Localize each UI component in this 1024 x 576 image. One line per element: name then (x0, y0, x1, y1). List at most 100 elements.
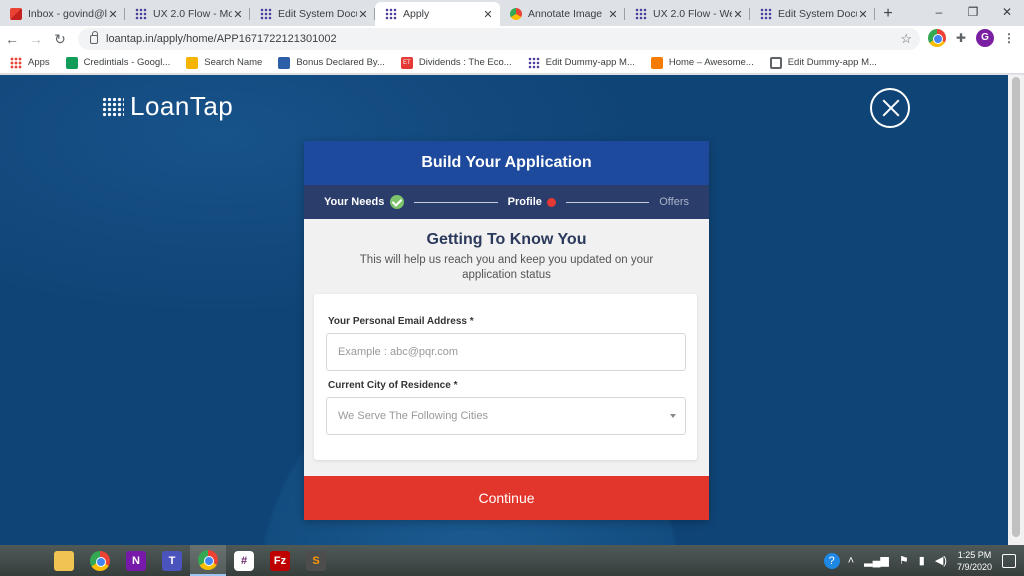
clock-time: 1:25 PM (957, 549, 992, 560)
close-icon[interactable]: ✕ (357, 8, 369, 21)
tab-ux-flow-mobile[interactable]: UX 2.0 Flow - Mobi ✕ (125, 2, 250, 26)
taskbar-onenote[interactable]: N (118, 545, 154, 576)
forward-icon[interactable]: → (24, 31, 48, 47)
grid-icon (635, 8, 647, 20)
bookmark-search-name[interactable]: Search Name (186, 56, 263, 69)
chevron-down-icon (670, 414, 676, 418)
city-select[interactable]: We Serve The Following Cities (326, 397, 686, 435)
tab-annotate-image[interactable]: Annotate Image ✕ (500, 2, 625, 26)
bookmark-label: Dividends : The Eco... (418, 57, 512, 68)
page-scrollbar[interactable] (1008, 75, 1024, 545)
bookmark-label: Apps (28, 57, 50, 68)
step-profile: Profile (507, 196, 542, 208)
grid-icon (135, 8, 147, 20)
start-button[interactable] (0, 545, 36, 576)
bookmark-edit-dummy-app-2[interactable]: Edit Dummy-app M... (769, 56, 877, 69)
step-your-needs: Your Needs (324, 196, 385, 208)
windows-icon (9, 552, 27, 570)
wifi-icon[interactable]: ▂▄▆ (864, 554, 889, 567)
menu-icon[interactable]: ⋮ (1000, 29, 1018, 47)
teams-icon: T (162, 550, 182, 571)
brand-logo[interactable]: LoanTap (102, 91, 233, 122)
page-viewport: LoanTap Build Your Application Your Need… (0, 75, 1008, 545)
tab-label: Edit System Docum (278, 8, 357, 20)
star-icon[interactable]: ☆ (900, 31, 912, 47)
battery-icon[interactable]: ▮ (919, 554, 925, 567)
chrome-extension-icon[interactable] (928, 29, 946, 47)
chrome-icon (198, 549, 218, 570)
minimize-button[interactable]: – (922, 0, 956, 26)
close-button[interactable] (870, 88, 910, 128)
section-heading: Getting To Know You (426, 231, 587, 248)
clock-date: 7/9/2020 (956, 561, 992, 572)
tab-label: Apply (403, 8, 430, 20)
continue-button[interactable]: Continue (304, 476, 709, 520)
help-icon[interactable]: ? (823, 552, 840, 569)
close-icon[interactable]: ✕ (107, 8, 119, 21)
taskbar-chrome[interactable] (82, 545, 118, 576)
clock[interactable]: 1:25 PM 7/9/2020 (957, 549, 992, 573)
onenote-icon: N (126, 550, 146, 571)
sublime-text-icon: S (306, 550, 326, 571)
bookmark-label: Search Name (204, 57, 263, 68)
window-controls: – ❐ ✕ (922, 0, 1024, 26)
city-select-value: We Serve The Following Cities (338, 410, 488, 422)
grid-icon (385, 8, 397, 20)
bookmark-credintials[interactable]: Credintials - Googl... (65, 56, 170, 69)
tab-ux-flow-web[interactable]: UX 2.0 Flow - Web ✕ (625, 2, 750, 26)
taskbar-chrome-active[interactable] (190, 545, 226, 576)
grid-icon (527, 56, 540, 69)
progress-steps: Your Needs Profile Offers (304, 185, 709, 219)
profile-form: Your Personal Email Address * Example : … (314, 294, 697, 460)
close-icon[interactable]: ✕ (482, 8, 494, 21)
maximize-button[interactable]: ❐ (956, 0, 990, 26)
address-bar[interactable]: loantap.in/apply/home/APP167172212130100… (78, 28, 920, 50)
url-text: loantap.in/apply/home/APP167172212130100… (106, 33, 337, 45)
windows-taskbar: N T # Fz S ? ˄ ▂▄▆ ⚑ ▮ ◀) 1:25 PM 7/9/20… (0, 545, 1024, 576)
avatar[interactable]: G (976, 29, 994, 47)
tab-strip: Inbox - govind@lo ✕ UX 2.0 Flow - Mobi ✕… (0, 0, 1024, 26)
section-subheading: This will help us reach you and keep you… (359, 254, 654, 281)
notification-icon[interactable] (1002, 553, 1016, 568)
bookmark-bonus[interactable]: Bonus Declared By... (278, 56, 385, 69)
taskbar-filezilla[interactable]: Fz (262, 545, 298, 576)
taskbar-teams[interactable]: T (154, 545, 190, 576)
bookmark-label: Edit Dummy-app M... (545, 57, 635, 68)
tab-edit-system-doc-2[interactable]: Edit System Docum ✕ (750, 2, 875, 26)
bookmark-label: Edit Dummy-app M... (787, 57, 877, 68)
step-divider (565, 201, 650, 203)
email-label: Your Personal Email Address * (328, 316, 474, 327)
apps-icon (10, 56, 22, 69)
chevron-up-icon[interactable]: ˄ (848, 555, 854, 567)
taskbar-file-explorer[interactable] (46, 545, 82, 576)
bookmarks-bar: Apps Credintials - Googl... Search Name … (0, 52, 1024, 74)
close-icon[interactable]: ✕ (732, 8, 744, 21)
tab-edit-system-doc[interactable]: Edit System Docum ✕ (250, 2, 375, 26)
extensions-icon[interactable]: ✚ (952, 29, 970, 47)
application-card: Build Your Application Your Needs Profil… (304, 141, 709, 520)
taskbar-slack[interactable]: # (226, 545, 262, 576)
bookmark-label: Bonus Declared By... (296, 57, 385, 68)
sheets-icon (65, 56, 78, 69)
bookmark-dividends[interactable]: ET Dividends : The Eco... (400, 56, 512, 69)
tab-label: Annotate Image (528, 8, 603, 20)
tab-apply[interactable]: Apply ✕ (375, 2, 500, 26)
tab-inbox[interactable]: Inbox - govind@lo ✕ (0, 2, 125, 26)
reload-icon[interactable]: ↻ (48, 31, 72, 48)
folder-icon (54, 550, 74, 571)
city-label: Current City of Residence * (328, 380, 458, 391)
tab-label: Edit System Docum (778, 8, 857, 20)
bookmark-home-awesome[interactable]: Home – Awesome... (650, 56, 754, 69)
close-icon[interactable]: ✕ (857, 8, 869, 21)
flag-icon[interactable]: ⚑ (899, 554, 909, 567)
bookmark-apps[interactable]: Apps (10, 56, 50, 69)
back-icon[interactable]: ← (0, 31, 24, 47)
close-icon[interactable]: ✕ (607, 8, 619, 21)
new-tab-button[interactable]: + (875, 2, 901, 26)
close-icon[interactable]: ✕ (232, 8, 244, 21)
volume-icon[interactable]: ◀) (935, 554, 947, 567)
bookmark-edit-dummy-app[interactable]: Edit Dummy-app M... (527, 56, 635, 69)
close-window-button[interactable]: ✕ (990, 0, 1024, 26)
email-field[interactable]: Example : abc@pqr.com (326, 333, 686, 371)
taskbar-sublime[interactable]: S (298, 545, 334, 576)
